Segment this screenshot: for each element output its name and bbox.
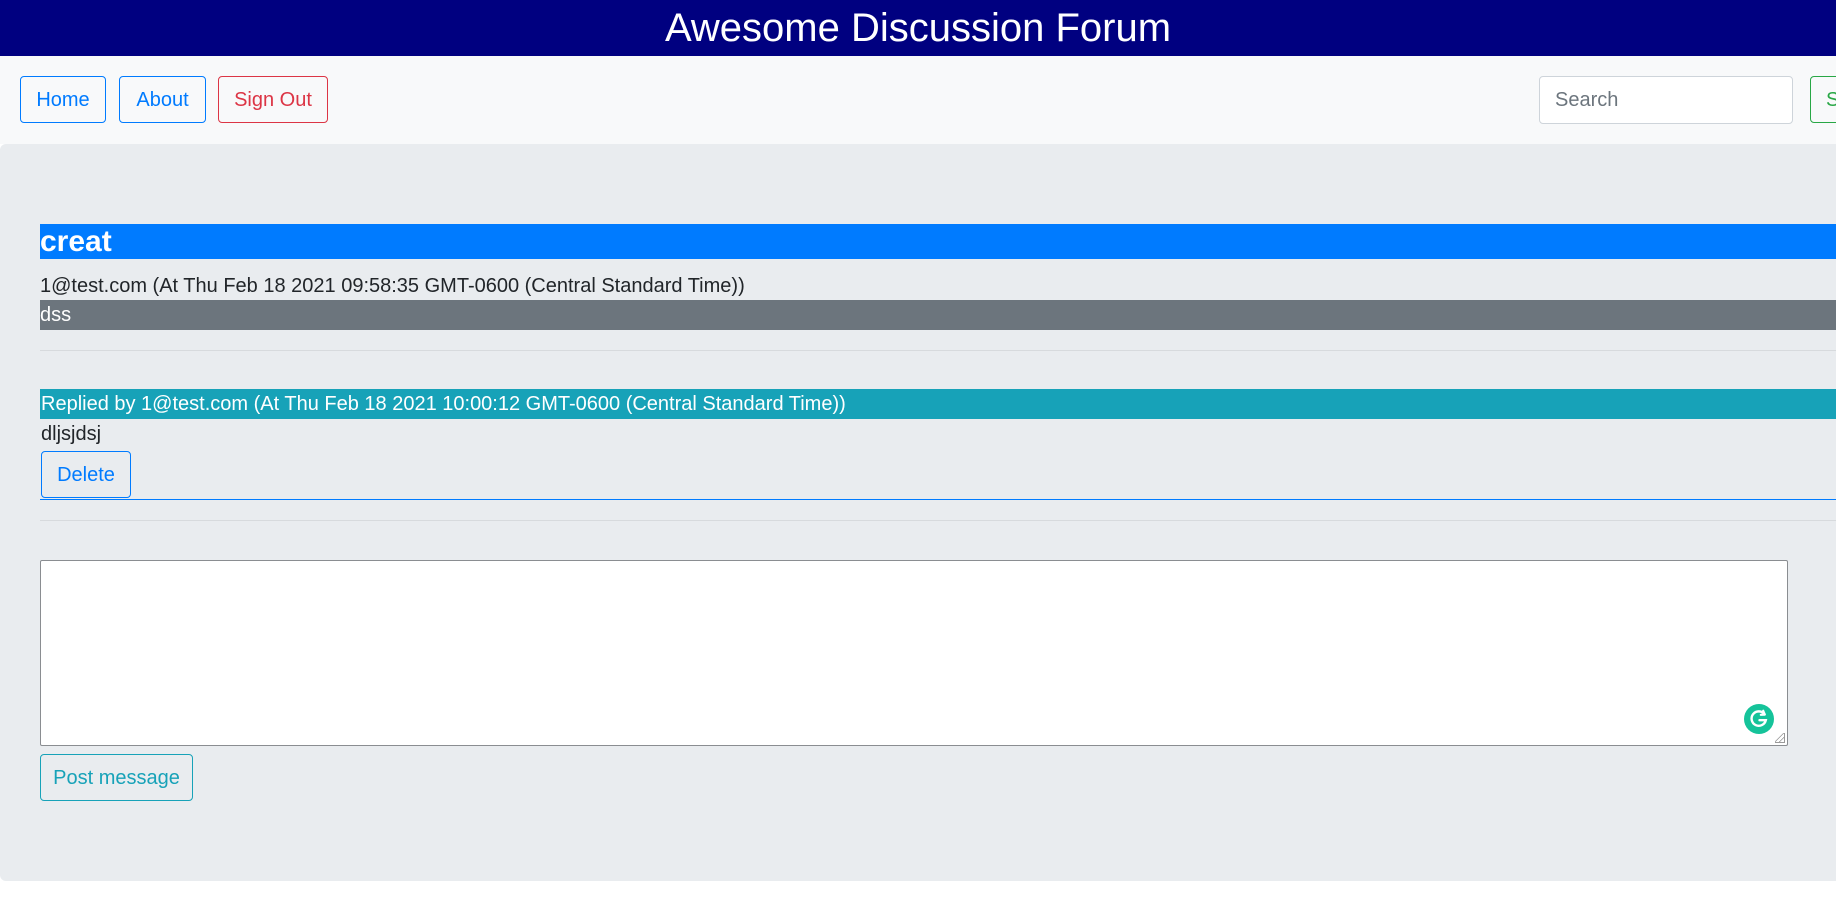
navbar: Home About Sign Out Search [0,56,1836,144]
search-input[interactable] [1539,76,1793,124]
page: Awesome Discussion Forum Home About Sign… [0,0,1836,915]
divider [40,350,1836,351]
reply-item: Replied by 1@test.com (At Thu Feb 18 202… [40,389,1836,500]
resize-handle[interactable] [1775,733,1785,743]
site-header: Awesome Discussion Forum [0,0,1836,56]
search-button[interactable]: Search [1810,76,1836,123]
thread-title: creat [40,224,1836,259]
delete-reply-button[interactable]: Delete [41,451,131,498]
reply-body: dljsjdsj [41,423,102,445]
grammarly-g-icon[interactable] [1744,704,1774,734]
post-message-button[interactable]: Post message [40,754,193,801]
main-content: creat 1@test.com (At Thu Feb 18 2021 09:… [0,144,1836,881]
thread-body: dss [40,300,1836,330]
site-title: Awesome Discussion Forum [664,6,1172,50]
message-textarea[interactable] [40,560,1788,746]
sign-out-button[interactable]: Sign Out [218,76,328,123]
home-button[interactable]: Home [20,76,106,123]
divider [40,520,1836,521]
reply-header: Replied by 1@test.com (At Thu Feb 18 202… [40,389,1836,419]
thread-meta: 1@test.com (At Thu Feb 18 2021 09:58:35 … [40,275,745,297]
about-button[interactable]: About [119,76,206,123]
